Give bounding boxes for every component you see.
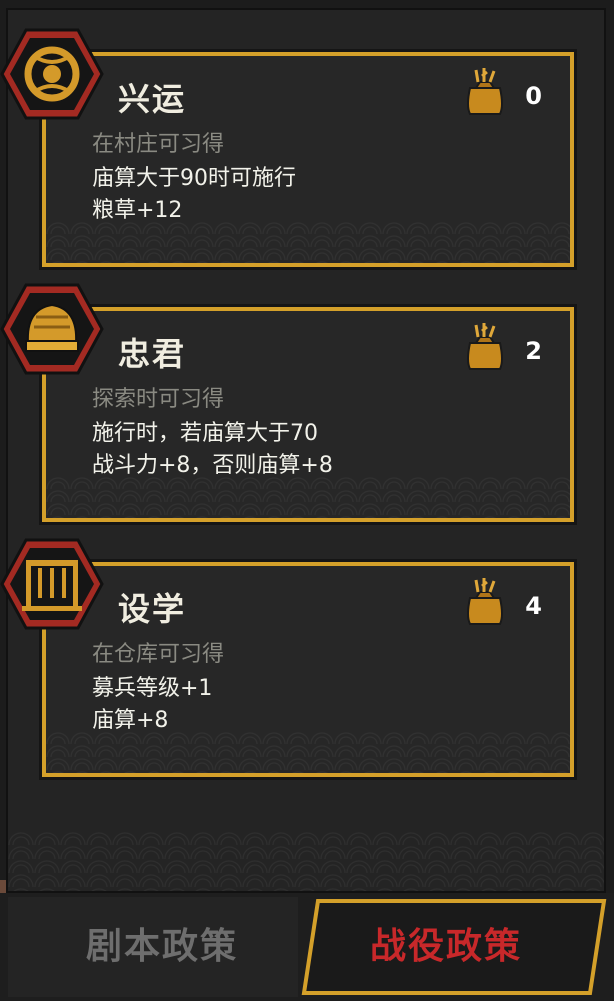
wave-pattern [46, 221, 570, 263]
policy-effect-line2: 战斗力+8，否则庙算+8 [92, 453, 333, 478]
policy-requirement: 在仓库可习得 [92, 642, 225, 667]
tab-label: 剧本政策 [86, 926, 239, 967]
policy-effect-line1: 庙算大于90时可施行 [92, 166, 296, 191]
tab-campaign-policy[interactable]: 战役政策 [300, 897, 608, 997]
policy-requirement: 探索时可习得 [92, 387, 225, 412]
grain-sack-icon [467, 323, 503, 370]
policy-name: 兴运 [118, 80, 187, 118]
policy-effect-line2: 庙算+8 [92, 708, 169, 733]
wave-pattern [46, 476, 570, 518]
policy-name: 设学 [118, 590, 187, 628]
tab-label: 战役政策 [370, 926, 523, 967]
policy-effect-line2: 粮草+12 [92, 198, 183, 223]
wave-pattern [8, 831, 604, 891]
policy-effect-line1: 施行时，若庙算大于70 [92, 421, 318, 446]
policy-card-shexue[interactable]: 设学 在仓库可习得 募兵等级+1 庙算+8 4 [42, 562, 574, 777]
policy-card-xingyun[interactable]: 兴运 在村庄可习得 庙算大于90时可施行 粮草+12 0 [42, 52, 574, 267]
policy-card-zhongjun[interactable]: 忠君 探索时可习得 施行时，若庙算大于70 战斗力+8，否则庙算+8 2 [42, 307, 574, 522]
swirl-emblem-icon [0, 28, 104, 120]
grain-sack-icon [467, 68, 503, 115]
grain-sack-icon [467, 578, 503, 625]
bell-rack-icon [0, 538, 104, 630]
policy-name: 忠君 [118, 335, 187, 373]
policy-cost: 4 [525, 592, 542, 620]
crown-helmet-icon [0, 283, 104, 375]
wave-pattern [46, 731, 570, 773]
policy-cost: 2 [525, 337, 542, 365]
policy-effect-line1: 募兵等级+1 [92, 676, 213, 701]
policy-requirement: 在村庄可习得 [92, 132, 225, 157]
policy-cost: 0 [525, 82, 542, 110]
tab-script-policy[interactable]: 剧本政策 [8, 897, 298, 997]
